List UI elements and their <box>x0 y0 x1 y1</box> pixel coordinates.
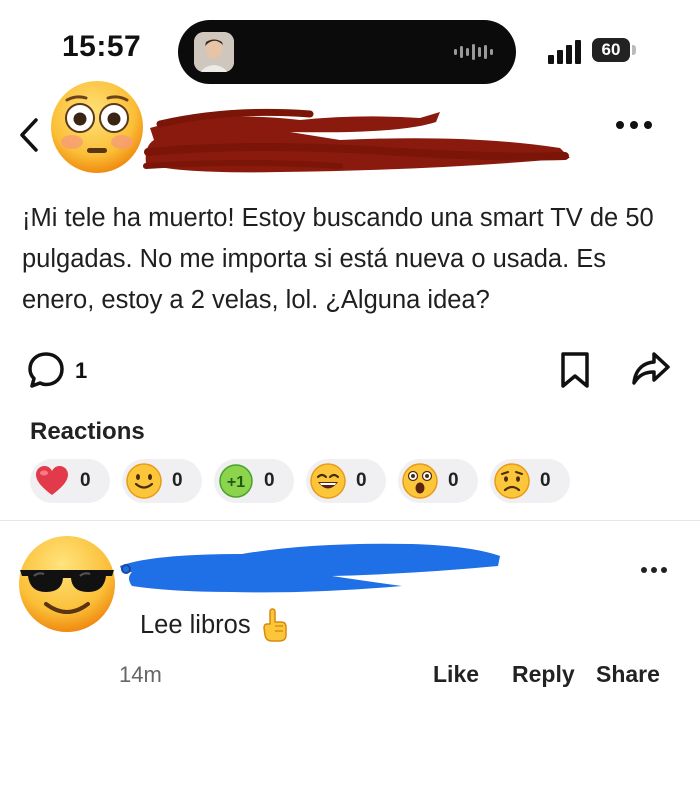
like-button[interactable]: Like <box>433 661 479 688</box>
share-button[interactable]: Share <box>596 661 660 688</box>
reaction-heart[interactable]: 0 <box>30 459 110 503</box>
reactions-heading: Reactions <box>30 418 145 445</box>
heart-icon <box>36 466 68 495</box>
live-activity-avatar <box>194 32 234 72</box>
reaction-smile-count: 0 <box>172 470 183 491</box>
cellular-signal-icon <box>548 38 582 64</box>
status-time: 15:57 <box>62 30 142 63</box>
redacted-commenter-name <box>112 536 504 594</box>
reaction-surprised-count: 0 <box>448 470 459 491</box>
reactions-bar: 0 0 +1 0 0 0 0 <box>30 459 570 503</box>
comment-bubble-icon[interactable] <box>26 350 66 390</box>
reaction-grin[interactable]: 0 <box>306 459 386 503</box>
reaction-plus-one-count: 0 <box>264 470 275 491</box>
reaction-surprised[interactable]: 0 <box>398 459 478 503</box>
reaction-worried[interactable]: 0 <box>490 459 570 503</box>
audio-waveform-icon <box>454 42 494 62</box>
reaction-worried-count: 0 <box>540 470 551 491</box>
post-body: ¡Mi tele ha muerto! Estoy buscando una s… <box>22 204 654 314</box>
reaction-grin-count: 0 <box>356 470 367 491</box>
redacted-author-name <box>140 100 580 180</box>
back-chevron-icon[interactable] <box>14 115 44 155</box>
share-arrow-icon[interactable] <box>630 348 672 390</box>
sunglasses-face-emoji[interactable] <box>14 532 120 636</box>
smiling-face-icon <box>126 463 162 499</box>
reaction-smile[interactable]: 0 <box>122 459 202 503</box>
flushed-face-emoji[interactable] <box>48 78 146 176</box>
section-divider <box>0 520 700 521</box>
battery-cap <box>632 45 636 55</box>
more-horizontal-icon[interactable] <box>614 110 654 142</box>
worried-face-icon <box>494 463 530 499</box>
comment-text: Lee libros <box>140 610 251 639</box>
comment-count[interactable]: 1 <box>75 358 87 384</box>
plus-one-icon: +1 <box>219 464 253 498</box>
pointing-up-hand-icon <box>262 608 287 642</box>
battery-level: 60 <box>601 40 621 59</box>
battery-icon: 60 <box>592 38 630 62</box>
bookmark-icon[interactable] <box>558 350 592 390</box>
comment-body: Lee libros <box>140 608 289 642</box>
dynamic-island[interactable] <box>178 20 516 84</box>
comment-timestamp: 14m <box>119 662 162 687</box>
svg-text:+1: +1 <box>227 474 245 491</box>
reaction-heart-count: 0 <box>80 470 91 491</box>
reply-button[interactable]: Reply <box>512 661 575 688</box>
reaction-plus-one[interactable]: +1 0 <box>214 459 294 503</box>
comment-more-icon[interactable] <box>640 556 668 582</box>
grinning-face-icon <box>310 463 346 499</box>
surprised-face-icon <box>402 463 438 499</box>
